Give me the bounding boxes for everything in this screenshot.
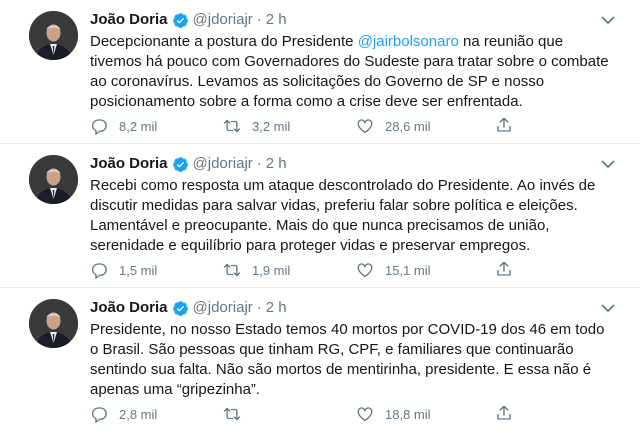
- tweet-actions-container: 2,8 mil 18,8 mil: [90, 288, 620, 435]
- share-icon[interactable]: [495, 116, 513, 134]
- reply-count: 1,5 mil: [119, 262, 158, 278]
- tweet-feed: João Doria @jdoriajr · 2 h Decepcionante…: [0, 0, 640, 435]
- reply-icon: [90, 261, 108, 279]
- tweet[interactable]: João Doria @jdoriajr · 2 h Presidente, n…: [0, 288, 640, 435]
- like-count: 28,6 mil: [385, 118, 431, 134]
- reply-count: 8,2 mil: [119, 118, 158, 134]
- reply-count: 2,8 mil: [119, 406, 158, 422]
- avatar[interactable]: [29, 299, 78, 348]
- like-button[interactable]: 28,6 mil: [356, 117, 489, 135]
- tweet[interactable]: João Doria @jdoriajr · 2 h Decepcionante…: [0, 0, 640, 144]
- retweet-icon: [223, 405, 241, 423]
- tweet-actions: 1,5 mil 1,9 mil 15,1 mil: [90, 260, 530, 280]
- avatar[interactable]: [29, 11, 78, 60]
- like-button[interactable]: 15,1 mil: [356, 261, 489, 279]
- reply-button[interactable]: 1,5 mil: [90, 261, 223, 279]
- retweet-icon: [223, 261, 241, 279]
- like-count: 18,8 mil: [385, 406, 431, 422]
- retweet-button[interactable]: 1,9 mil: [223, 261, 356, 279]
- heart-icon: [356, 261, 374, 279]
- reply-button[interactable]: 8,2 mil: [90, 117, 223, 135]
- retweet-button[interactable]: [223, 405, 356, 423]
- reply-icon: [90, 117, 108, 135]
- tweet[interactable]: João Doria @jdoriajr · 2 h Recebi como r…: [0, 144, 640, 288]
- retweet-count: 3,2 mil: [252, 118, 291, 134]
- retweet-count: 1,9 mil: [252, 262, 291, 278]
- tweet-actions-container: 8,2 mil 3,2 mil 28,6 mil: [90, 0, 620, 144]
- share-icon[interactable]: [495, 260, 513, 278]
- like-button[interactable]: 18,8 mil: [356, 405, 489, 423]
- share-icon[interactable]: [495, 404, 513, 422]
- like-count: 15,1 mil: [385, 262, 431, 278]
- reply-icon: [90, 405, 108, 423]
- tweet-actions: 8,2 mil 3,2 mil 28,6 mil: [90, 116, 530, 136]
- avatar[interactable]: [29, 155, 78, 204]
- heart-icon: [356, 405, 374, 423]
- retweet-button[interactable]: 3,2 mil: [223, 117, 356, 135]
- heart-icon: [356, 117, 374, 135]
- reply-button[interactable]: 2,8 mil: [90, 405, 223, 423]
- tweet-actions: 2,8 mil 18,8 mil: [90, 404, 530, 424]
- retweet-icon: [223, 117, 241, 135]
- tweet-actions-container: 1,5 mil 1,9 mil 15,1 mil: [90, 144, 620, 288]
